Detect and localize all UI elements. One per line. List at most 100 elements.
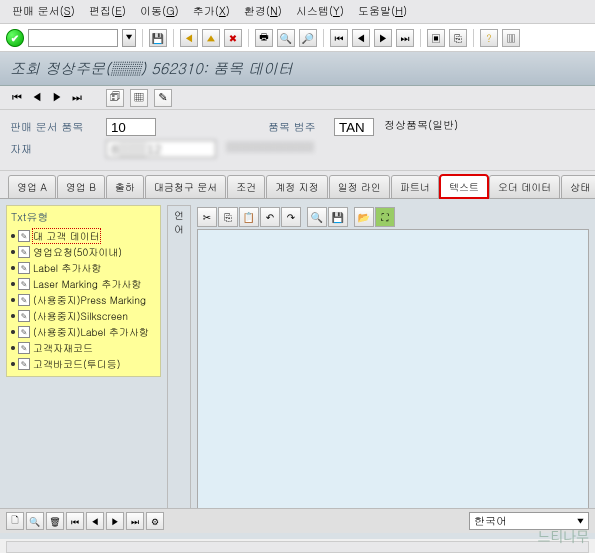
page-next-icon[interactable]: ▶ xyxy=(106,512,124,530)
bullet-icon xyxy=(11,346,15,350)
settings-icon[interactable]: ⚙ xyxy=(146,512,164,530)
print-icon[interactable]: 🖶 xyxy=(255,29,273,47)
material-desc: ▒▒▒▒▒▒▒▒ xyxy=(222,140,372,158)
layout-icon[interactable]: ▥ xyxy=(502,29,520,47)
text-editor[interactable] xyxy=(197,229,589,533)
page-first-icon[interactable]: ⏮ xyxy=(66,512,84,530)
nav-first-icon[interactable]: ⏮ xyxy=(10,91,24,105)
help-icon[interactable]: ? xyxy=(480,29,498,47)
menu-sales-doc[interactable]: 판매 문서(S) xyxy=(6,2,81,21)
command-field[interactable] xyxy=(28,29,118,47)
tab-shipping[interactable]: 출하 xyxy=(106,175,144,198)
display-icon[interactable]: 🔍 xyxy=(26,512,44,530)
language-header: 언어 xyxy=(170,208,188,236)
find-icon[interactable]: 🔍 xyxy=(307,207,327,227)
text-type-item[interactable]: 영업요청(50자이내) xyxy=(11,244,156,260)
category-text: 정상품목(일반) xyxy=(380,118,462,136)
menu-system[interactable]: 시스템(Y) xyxy=(290,2,350,21)
text-type-item[interactable]: (사용중지)Silkscreen xyxy=(11,308,156,324)
title-bar: 조회 정상주문(▒▒) 562310: 품목 데이터 xyxy=(0,52,595,86)
first-page-icon[interactable]: ⏮ xyxy=(330,29,348,47)
back-icon[interactable]: ◀ xyxy=(180,29,198,47)
prev-page-icon[interactable]: ◀ xyxy=(352,29,370,47)
text-type-item[interactable]: 고객바코드(투디등) xyxy=(11,356,156,372)
fullscreen-icon[interactable]: ⛶ xyxy=(375,207,395,227)
enter-button[interactable]: ✔ xyxy=(6,29,24,47)
document-icon xyxy=(18,246,30,258)
page-prev-icon[interactable]: ◀ xyxy=(86,512,104,530)
text-type-item[interactable]: Laser Marking 추가사항 xyxy=(11,276,156,292)
bullet-icon xyxy=(11,314,15,318)
load-icon[interactable]: 📂 xyxy=(354,207,374,227)
document-icon xyxy=(18,342,30,354)
command-dropdown[interactable]: ▼ xyxy=(122,29,136,47)
chevron-down-icon: ▼ xyxy=(577,516,584,527)
grid-icon[interactable]: ▦ xyxy=(130,89,148,107)
document-icon xyxy=(18,230,30,242)
tab-partner[interactable]: 파트너 xyxy=(391,175,439,198)
tab-account[interactable]: 계정 지정 xyxy=(266,175,327,198)
menu-goto[interactable]: 이동(G) xyxy=(134,2,185,21)
item-field[interactable] xyxy=(106,118,156,136)
save-icon[interactable]: 💾 xyxy=(328,207,348,227)
bullet-icon xyxy=(11,266,15,270)
tab-order-data[interactable]: 오더 데이터 xyxy=(489,175,560,198)
text-type-item[interactable]: 대 고객 데이터 xyxy=(11,228,156,244)
copy-icon[interactable]: ⎘ xyxy=(218,207,238,227)
nav-next-icon[interactable]: ▶ xyxy=(50,91,64,105)
config-icon[interactable]: 🗊 xyxy=(106,89,124,107)
bullet-icon xyxy=(11,234,15,238)
material-field[interactable] xyxy=(106,140,216,158)
content-area: Txt유형 대 고객 데이터 영업요청(50자이내) Label 추가사항 La… xyxy=(0,199,595,539)
document-icon xyxy=(18,326,30,338)
next-page-icon[interactable]: ▶ xyxy=(374,29,392,47)
document-icon xyxy=(18,278,30,290)
document-icon xyxy=(18,358,30,370)
language-value: 한국어 xyxy=(474,514,507,529)
language-select[interactable]: 한국어 ▼ xyxy=(469,512,589,530)
text-type-item[interactable]: Label 추가사항 xyxy=(11,260,156,276)
tab-conditions[interactable]: 조건 xyxy=(227,175,265,198)
tab-status[interactable]: 상태 xyxy=(561,175,595,198)
material-label: 자재 xyxy=(10,142,100,157)
bullet-icon xyxy=(11,362,15,366)
menu-edit[interactable]: 편집(E) xyxy=(83,2,132,21)
shortcut-icon[interactable]: ⎘ xyxy=(449,29,467,47)
category-field[interactable] xyxy=(334,118,374,136)
last-page-icon[interactable]: ⏭ xyxy=(396,29,414,47)
new-session-icon[interactable]: ▣ xyxy=(427,29,445,47)
menu-help[interactable]: 도움말(H) xyxy=(352,2,413,21)
document-icon xyxy=(18,310,30,322)
nav-prev-icon[interactable]: ◀ xyxy=(30,91,44,105)
nav-last-icon[interactable]: ⏭ xyxy=(70,91,84,105)
bullet-icon xyxy=(11,298,15,302)
divider xyxy=(248,29,249,47)
delete-icon[interactable]: 🗑 xyxy=(46,512,64,530)
text-type-item[interactable]: (사용중지)Press Marking xyxy=(11,292,156,308)
tab-strip: 영업 A 영업 B 출하 대금청구 문서 조건 계정 지정 일정 라인 파트너 … xyxy=(0,171,595,199)
create-icon[interactable]: 🗋 xyxy=(6,512,24,530)
save-icon[interactable]: 💾 xyxy=(149,29,167,47)
undo-icon[interactable]: ↶ xyxy=(260,207,280,227)
menu-environment[interactable]: 환경(N) xyxy=(238,2,288,21)
tab-texts[interactable]: 텍스트 xyxy=(440,175,488,198)
tab-schedule[interactable]: 일정 라인 xyxy=(329,175,390,198)
page-last-icon[interactable]: ⏭ xyxy=(126,512,144,530)
cancel-icon[interactable]: ✖ xyxy=(224,29,242,47)
paste-icon[interactable]: 📋 xyxy=(239,207,259,227)
text-type-item[interactable]: (사용중지)Label 추가사항 xyxy=(11,324,156,340)
find-icon[interactable]: 🔍 xyxy=(277,29,295,47)
cut-icon[interactable]: ✂ xyxy=(197,207,217,227)
exit-icon[interactable]: ▲ xyxy=(202,29,220,47)
redo-icon[interactable]: ↷ xyxy=(281,207,301,227)
tab-sales-b[interactable]: 영업 B xyxy=(57,175,105,198)
text-type-item[interactable]: 고객자재코드 xyxy=(11,340,156,356)
menu-extras[interactable]: 추가(X) xyxy=(187,2,236,21)
tab-sales-a[interactable]: 영업 A xyxy=(8,175,56,198)
tool-icon[interactable]: ✎ xyxy=(154,89,172,107)
app-toolbar: ⏮ ◀ ▶ ⏭ 🗊 ▦ ✎ xyxy=(0,86,595,110)
document-icon xyxy=(18,262,30,274)
horizontal-scrollbar[interactable] xyxy=(6,541,589,553)
find-next-icon[interactable]: 🔎 xyxy=(299,29,317,47)
tab-billing[interactable]: 대금청구 문서 xyxy=(145,175,226,198)
